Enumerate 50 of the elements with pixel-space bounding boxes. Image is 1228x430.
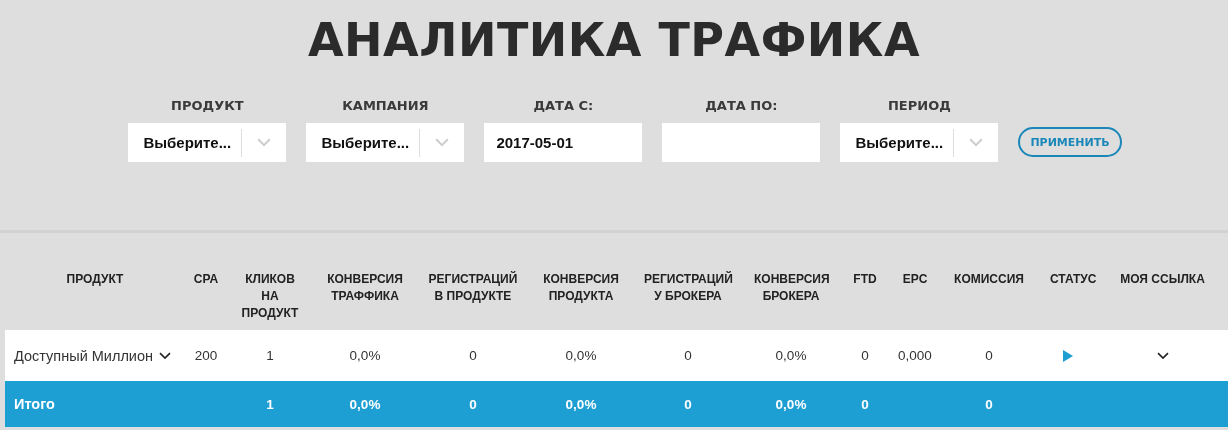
total-cell: 0 <box>684 396 692 412</box>
total-cell: 0 <box>861 396 869 412</box>
column-header: КОНВЕРСИЯ БРОКЕРА <box>753 271 831 305</box>
column-header: КЛИКОВ НА ПРОДУКТ <box>240 271 300 322</box>
caret-icon <box>257 138 272 147</box>
total-cell: 0,0% <box>349 396 381 412</box>
column-header: РЕГИСТРАЦИЙ В ПРОДУКТЕ <box>427 271 519 305</box>
column-header: CPA <box>192 271 220 288</box>
table-cell: 0,0% <box>565 348 597 363</box>
filter-label: КАМПАНИЯ <box>342 98 429 113</box>
select-field[interactable]: Выберите... <box>128 123 287 162</box>
total-cell: 0 <box>985 396 993 412</box>
filter-label: ПЕРИОД <box>887 98 951 113</box>
page-title: АНАЛИТИКА ТРАФИКА <box>307 12 921 69</box>
table-cell: 0 <box>469 348 477 363</box>
column-header: FTD <box>852 271 878 288</box>
table-cell: 0 <box>861 348 869 363</box>
table-cell: 0,000 <box>898 348 932 363</box>
total-cell: 0,0% <box>775 396 807 412</box>
table-cell: 0,0% <box>775 348 807 363</box>
column-header: КОНВЕРСИЯ ТРАФФИКА <box>326 271 404 305</box>
play-icon[interactable] <box>1063 349 1073 362</box>
total-label: Итого <box>14 396 55 412</box>
table-cell: 200 <box>194 348 218 363</box>
date-field[interactable]: 2017-05-01 <box>484 123 643 162</box>
column-header: КОМИССИЯ <box>953 271 1025 288</box>
filter-label: ДАТА С: <box>533 98 594 113</box>
filter-label: ДАТА ПО: <box>705 98 778 113</box>
column-header: СТАТУС <box>1049 271 1097 288</box>
table-cell: 1 <box>266 348 274 363</box>
column-header: КОНВЕРСИЯ ПРОДУКТА <box>542 271 620 305</box>
product-name: Доступный Миллион <box>14 347 154 364</box>
table-cell: 0 <box>684 348 692 363</box>
column-header: МОЯ ССЫЛКА <box>1119 271 1206 288</box>
table-cell: 0 <box>985 348 993 363</box>
total-cell: 0,0% <box>565 396 597 412</box>
total-cell: 1 <box>266 396 274 412</box>
table-cell: 0,0% <box>349 348 381 363</box>
chevron-down-icon <box>159 351 172 360</box>
column-header: ПРОДУКТ <box>65 271 125 288</box>
total-cell: 0 <box>469 396 477 412</box>
select-field[interactable]: Выберите... <box>306 123 465 162</box>
column-header: РЕГИСТРАЦИЙ У БРОКЕРА <box>643 271 734 305</box>
select-field[interactable]: Выберите... <box>840 123 999 162</box>
caret-icon <box>969 138 984 147</box>
caret-icon <box>435 138 450 147</box>
column-header: EPC <box>901 271 929 288</box>
filter-label: ПРОДУКТ <box>171 98 244 113</box>
date-field[interactable] <box>662 123 821 162</box>
chevron-down-icon <box>1156 351 1169 360</box>
